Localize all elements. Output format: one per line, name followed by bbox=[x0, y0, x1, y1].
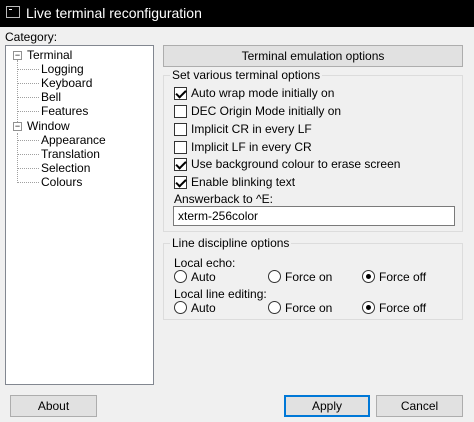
collapse-icon[interactable]: − bbox=[13, 51, 22, 60]
checkbox-box[interactable] bbox=[174, 176, 187, 189]
tree-item-keyboard[interactable]: Keyboard bbox=[41, 76, 92, 90]
radio-button[interactable] bbox=[362, 301, 375, 314]
apply-button[interactable]: Apply bbox=[284, 395, 370, 417]
radio-label: Auto bbox=[191, 270, 216, 284]
title-bar: Live terminal reconfiguration bbox=[0, 0, 474, 27]
checkbox-label: Enable blinking text bbox=[191, 175, 296, 189]
terminal-icon bbox=[6, 6, 20, 18]
group-legend: Set various terminal options bbox=[170, 68, 323, 82]
group-legend: Line discipline options bbox=[170, 236, 292, 250]
about-button[interactable]: About bbox=[10, 395, 97, 417]
checkbox-box[interactable] bbox=[174, 123, 187, 136]
checkbox-label: Auto wrap mode initially on bbox=[191, 86, 335, 100]
collapse-icon[interactable]: − bbox=[13, 122, 22, 131]
checkbox-label: Use background colour to erase screen bbox=[191, 157, 401, 171]
checkbox-box[interactable] bbox=[174, 158, 187, 171]
panel-header-button[interactable]: Terminal emulation options bbox=[163, 45, 463, 67]
radio-button[interactable] bbox=[174, 301, 187, 314]
tree-item-terminal[interactable]: Terminal bbox=[27, 48, 72, 62]
radio-label: Force on bbox=[285, 270, 333, 284]
tree-connector bbox=[17, 182, 39, 183]
checkbox-box[interactable] bbox=[174, 87, 187, 100]
tree-connector bbox=[17, 97, 39, 98]
tree-item-logging[interactable]: Logging bbox=[41, 62, 84, 76]
tree-connector bbox=[17, 111, 39, 112]
local-echo-label: Local echo: bbox=[174, 256, 236, 270]
radio-button[interactable] bbox=[362, 270, 375, 283]
line-discipline-group: Line discipline options Local echo: Auto… bbox=[163, 236, 463, 320]
tree-item-appearance[interactable]: Appearance bbox=[41, 133, 106, 147]
tree-item-features[interactable]: Features bbox=[41, 104, 88, 118]
tree-connector bbox=[17, 83, 39, 84]
tree-item-translation[interactable]: Translation bbox=[41, 147, 100, 161]
checkbox-label: DEC Origin Mode initially on bbox=[191, 104, 342, 118]
cancel-button[interactable]: Cancel bbox=[376, 395, 463, 417]
radio-label: Force on bbox=[285, 301, 333, 315]
category-label: Category: bbox=[5, 30, 58, 44]
radio-button[interactable] bbox=[268, 270, 281, 283]
radio-button[interactable] bbox=[268, 301, 281, 314]
checkbox-label: Implicit CR in every LF bbox=[191, 122, 312, 136]
answerback-input[interactable]: xterm-256color bbox=[173, 206, 455, 226]
tree-connector bbox=[17, 140, 39, 141]
radio-button[interactable] bbox=[174, 270, 187, 283]
window-title: Live terminal reconfiguration bbox=[26, 5, 202, 21]
tree-connector bbox=[17, 154, 39, 155]
tree-item-selection[interactable]: Selection bbox=[41, 161, 90, 175]
radio-label: Force off bbox=[379, 270, 427, 284]
checkbox-box[interactable] bbox=[174, 141, 187, 154]
tree-connector bbox=[17, 168, 39, 169]
terminal-options-group: Set various terminal options Auto wrap m… bbox=[163, 68, 463, 232]
category-tree[interactable]: − Terminal Logging Keyboard Bell Feature… bbox=[5, 45, 154, 385]
checkbox-box[interactable] bbox=[174, 105, 187, 118]
tree-item-bell[interactable]: Bell bbox=[41, 90, 61, 104]
tree-connector bbox=[17, 69, 39, 70]
checkbox-label: Implicit LF in every CR bbox=[191, 140, 312, 154]
tree-item-window[interactable]: Window bbox=[27, 119, 70, 133]
radio-label: Force off bbox=[379, 301, 427, 315]
tree-item-colours[interactable]: Colours bbox=[41, 175, 82, 189]
local-line-editing-label: Local line editing: bbox=[174, 287, 267, 301]
answerback-label: Answerback to ^E: bbox=[174, 192, 274, 206]
radio-label: Auto bbox=[191, 301, 216, 315]
